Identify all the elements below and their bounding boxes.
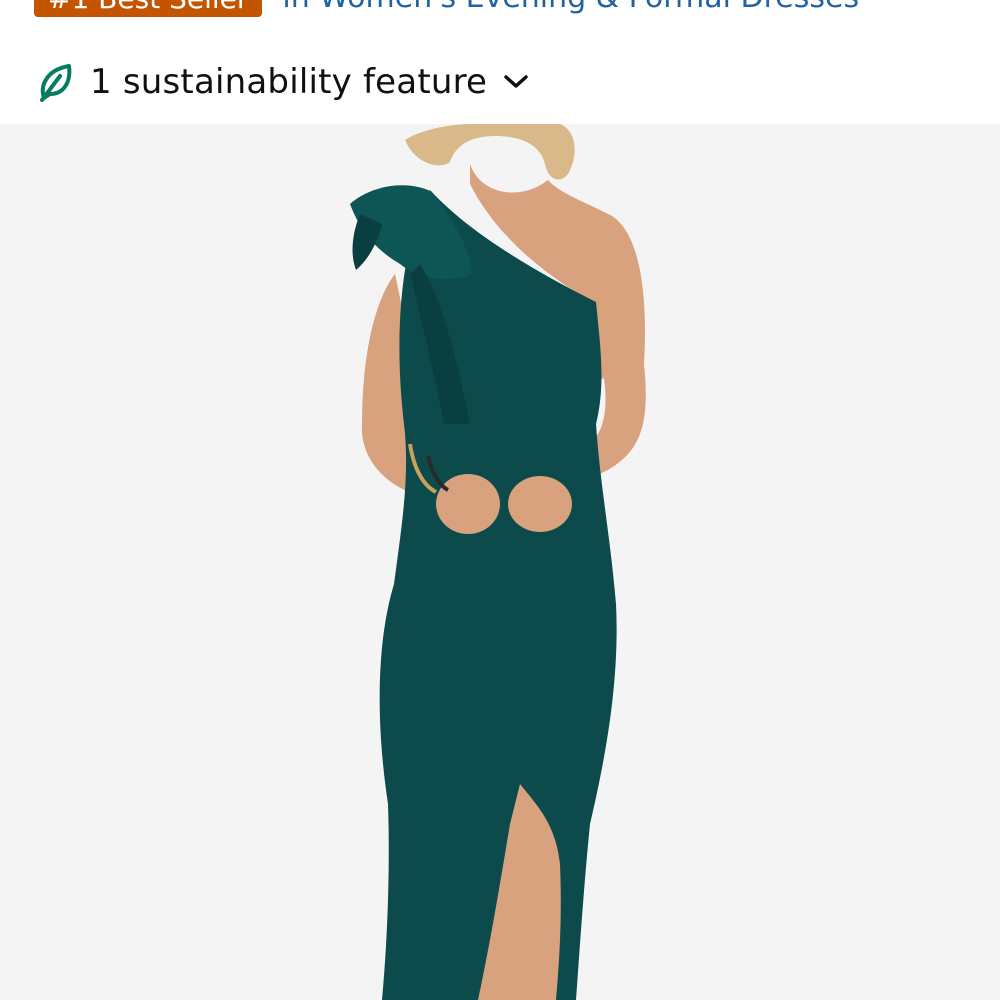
product-image-container[interactable]	[0, 124, 1000, 1000]
chevron-down-icon	[501, 72, 531, 92]
category-link[interactable]: in Women's Evening & Formal Dresses	[282, 0, 859, 18]
sustainability-label: 1 sustainability feature	[90, 62, 488, 102]
leaf-icon	[38, 62, 74, 102]
sustainability-features-toggle[interactable]: 1 sustainability feature	[38, 56, 531, 108]
best-seller-badge[interactable]: #1 Best Seller	[34, 0, 263, 17]
bestseller-row: #1 Best Seller in Women's Evening & Form…	[34, 0, 859, 18]
product-detail-page: #1 Best Seller in Women's Evening & Form…	[0, 0, 1000, 1000]
product-image	[0, 124, 1000, 1000]
